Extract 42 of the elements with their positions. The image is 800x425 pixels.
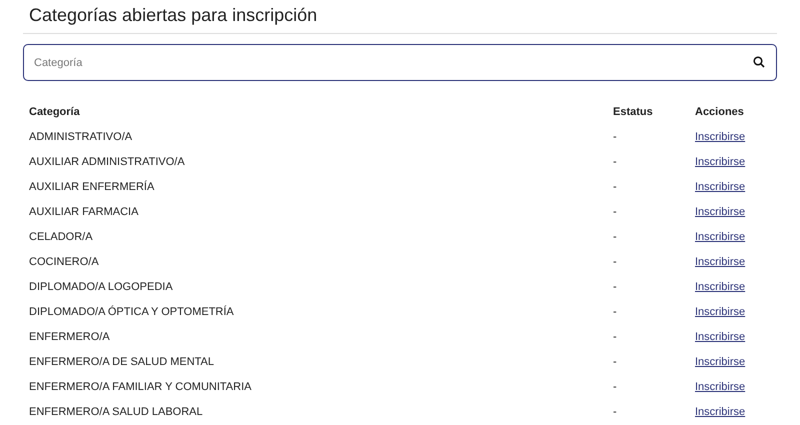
category-name: AUXILIAR ENFERMERÍA bbox=[29, 180, 154, 192]
status-value: - bbox=[613, 356, 617, 368]
column-header: Estatus bbox=[613, 106, 653, 118]
status-value: - bbox=[613, 280, 617, 292]
enroll-link[interactable]: Inscribirse bbox=[695, 280, 746, 292]
status-value: - bbox=[613, 306, 617, 318]
enroll-link[interactable]: Inscribirse bbox=[695, 256, 746, 268]
category-name: ENFERMERO/A SALUD LABORAL bbox=[29, 406, 203, 418]
enroll-link[interactable]: Inscribirse bbox=[695, 330, 746, 342]
enroll-link[interactable]: Inscribirse bbox=[695, 380, 746, 392]
status-value: - bbox=[613, 406, 617, 418]
status-value: - bbox=[613, 156, 617, 168]
enroll-link[interactable]: Inscribirse bbox=[695, 156, 746, 168]
status-value: - bbox=[613, 180, 617, 192]
category-name: ENFERMERO/A bbox=[29, 330, 110, 342]
column-header: Categoría bbox=[29, 106, 80, 118]
category-name: ADMINISTRATIVO/A bbox=[29, 130, 132, 142]
category-name: ENFERMERO/A FAMILIAR Y COMUNITARIA bbox=[29, 380, 252, 392]
enroll-link[interactable]: Inscribirse bbox=[695, 356, 746, 368]
search-icon[interactable] bbox=[753, 56, 765, 68]
status-value: - bbox=[613, 380, 617, 392]
category-name: AUXILIAR ADMINISTRATIVO/A bbox=[29, 156, 185, 168]
status-value: - bbox=[613, 330, 617, 342]
status-value: - bbox=[613, 130, 617, 142]
status-value: - bbox=[613, 230, 617, 242]
search-field[interactable]: Categoría bbox=[23, 44, 777, 81]
status-value: - bbox=[613, 206, 617, 218]
status-value: - bbox=[613, 256, 617, 268]
category-name: DIPLOMADO/A ÓPTICA Y OPTOMETRÍA bbox=[29, 306, 234, 318]
column-header: Acciones bbox=[695, 106, 744, 118]
enroll-link[interactable]: Inscribirse bbox=[695, 306, 746, 318]
enroll-link[interactable]: Inscribirse bbox=[695, 180, 746, 192]
enroll-link[interactable]: Inscribirse bbox=[695, 206, 746, 218]
enroll-link[interactable]: Inscribirse bbox=[695, 406, 746, 418]
enroll-link[interactable]: Inscribirse bbox=[695, 130, 746, 142]
category-name: DIPLOMADO/A LOGOPEDIA bbox=[29, 280, 173, 292]
enroll-link[interactable]: Inscribirse bbox=[695, 230, 746, 242]
category-name: CELADOR/A bbox=[29, 230, 93, 242]
category-name: ENFERMERO/A DE SALUD MENTAL bbox=[29, 356, 214, 368]
category-name: AUXILIAR FARMACIA bbox=[29, 206, 138, 218]
category-name: COCINERO/A bbox=[29, 256, 99, 268]
page-title: Categorías abiertas para inscripción bbox=[23, 0, 777, 34]
